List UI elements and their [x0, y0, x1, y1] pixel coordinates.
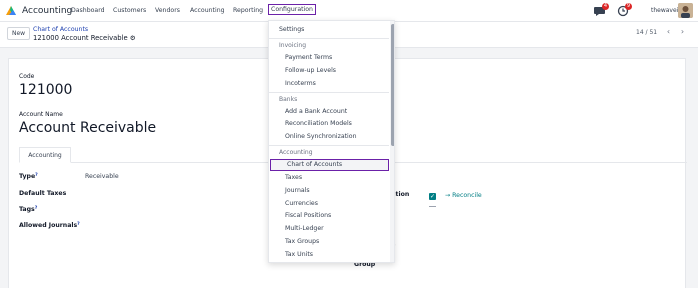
activity-badge: 9: [625, 3, 632, 10]
menu-item-add-bank-account[interactable]: Add a Bank Account: [269, 106, 389, 118]
menu-item-tax-units[interactable]: Tax Units: [269, 249, 389, 261]
code-label: Code: [19, 73, 35, 80]
record-title: 121000 Account Receivable ⚙: [33, 34, 136, 42]
menu-item-reconciliation-models[interactable]: Reconciliation Models: [269, 118, 389, 130]
journals-help-icon[interactable]: ?: [77, 222, 80, 227]
dropdown-divider: [269, 145, 389, 146]
menu-item-chart-of-accounts[interactable]: Chart of Accounts: [270, 159, 389, 171]
record-title-text: 121000 Account Receivable: [33, 34, 128, 42]
new-button[interactable]: New: [7, 27, 30, 40]
reconcile-link-text: Reconcile: [452, 192, 482, 199]
dropdown-divider: [269, 92, 389, 93]
chat-badge: 4: [602, 3, 609, 10]
accounting-app-icon[interactable]: [5, 4, 18, 17]
menu-item-journals[interactable]: Journals: [269, 185, 389, 197]
section-invoicing: Invoicing: [279, 42, 307, 49]
type-field[interactable]: Receivable: [85, 173, 119, 180]
top-navbar: Accounting Dashboard Customers Vendors A…: [0, 0, 698, 22]
account-name-field[interactable]: Account Receivable: [19, 120, 156, 136]
menu-item-settings[interactable]: Settings: [269, 24, 389, 36]
allowed-journals-label: Allowed Journals?: [19, 222, 80, 229]
tags-label: Tags?: [19, 206, 37, 213]
type-help-icon[interactable]: ?: [35, 173, 38, 178]
allowed-journals-label-text: Allowed Journals: [19, 222, 78, 229]
menu-vendors[interactable]: Vendors: [155, 7, 180, 14]
menu-item-taxes[interactable]: Taxes: [269, 172, 389, 184]
menu-item-multi-ledger[interactable]: Multi-Ledger: [269, 223, 389, 235]
menu-item-tax-groups[interactable]: Tax Groups: [269, 236, 389, 248]
menu-configuration[interactable]: Configuration: [268, 4, 316, 15]
tags-help-icon[interactable]: ?: [35, 206, 38, 211]
app-title[interactable]: Accounting: [22, 6, 72, 16]
menu-item-online-synchronization[interactable]: Online Synchronization: [269, 131, 389, 143]
reconcile-link[interactable]: → Reconcile: [445, 192, 482, 199]
dropdown-divider: [269, 38, 389, 39]
section-banks: Banks: [279, 96, 298, 103]
type-label-text: Type: [19, 173, 36, 180]
configuration-dropdown: Settings Invoicing Payment Terms Follow-…: [268, 20, 395, 263]
dropdown-scrollbar[interactable]: [390, 21, 394, 262]
code-field[interactable]: 121000: [19, 82, 72, 98]
menu-item-currencies[interactable]: Currencies: [269, 198, 389, 210]
gear-icon[interactable]: ⚙: [130, 34, 136, 42]
tab-accounting[interactable]: Accounting: [19, 147, 71, 163]
account-name-label: Account Name: [19, 111, 63, 118]
pager-next-icon[interactable]: ›: [677, 26, 688, 39]
user-avatar[interactable]: [678, 3, 693, 18]
type-label: Type?: [19, 173, 38, 180]
avatar-image: [678, 3, 693, 18]
section-accounting: Accounting: [279, 149, 313, 156]
default-taxes-label: Default Taxes: [19, 190, 67, 197]
menu-item-incoterms[interactable]: Incoterms: [269, 78, 389, 90]
pager-value[interactable]: 14 / 51: [636, 29, 657, 36]
menu-item-payment-terms[interactable]: Payment Terms: [269, 52, 389, 64]
pager-prev-icon[interactable]: ‹: [663, 26, 674, 39]
empty-field-dash: [429, 206, 436, 207]
breadcrumb-chart-of-accounts[interactable]: Chart of Accounts: [33, 26, 88, 33]
menu-item-follow-up-levels[interactable]: Follow-up Levels: [269, 65, 389, 77]
menu-customers[interactable]: Customers: [113, 7, 146, 14]
tags-label-text: Tags: [19, 206, 35, 213]
menu-reporting[interactable]: Reporting: [233, 7, 263, 14]
allow-reconciliation-checkbox[interactable]: ✓: [429, 193, 436, 200]
menu-dashboard[interactable]: Dashboard: [71, 7, 105, 14]
menu-item-fiscal-positions[interactable]: Fiscal Positions: [269, 210, 389, 222]
menu-accounting[interactable]: Accounting: [190, 7, 225, 14]
scrollbar-thumb[interactable]: [391, 24, 394, 146]
